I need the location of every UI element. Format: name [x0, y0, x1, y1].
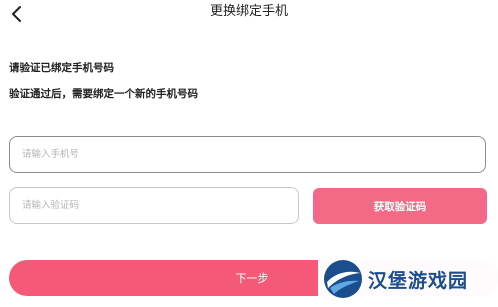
rebind-hint: 验证通过后，需要绑定一个新的手机号码 [9, 88, 198, 100]
swoosh-logo-icon [324, 260, 362, 298]
verification-code-input[interactable] [9, 187, 299, 224]
verify-hint: 请验证已绑定手机号码 [9, 62, 114, 74]
get-code-button[interactable]: 获取验证码 [313, 188, 487, 224]
watermark-text: 汉堡游戏园 [368, 269, 469, 292]
watermark: 汉堡游戏园 [318, 255, 498, 303]
page-title: 更换绑定手机 [209, 4, 288, 19]
phone-input[interactable] [9, 136, 486, 173]
